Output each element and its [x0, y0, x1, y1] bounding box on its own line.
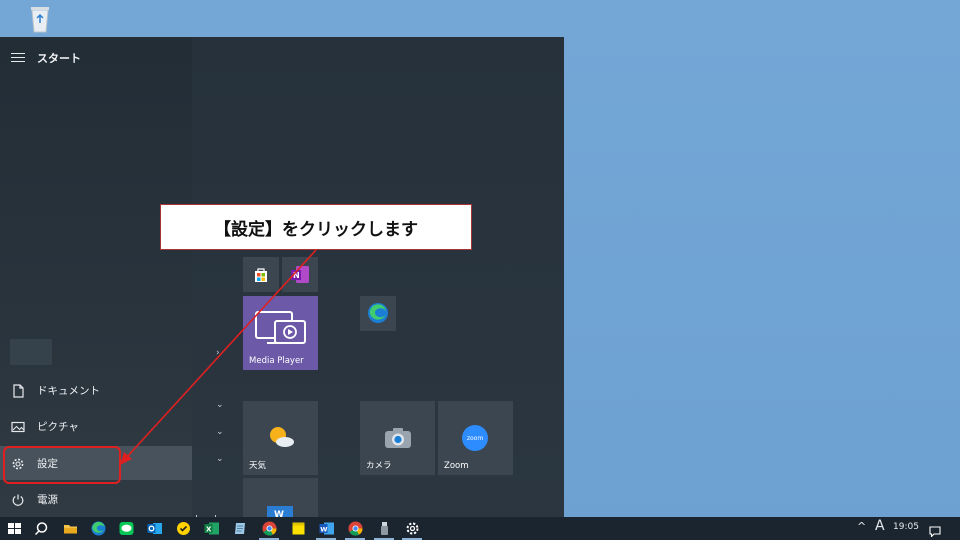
start-title: スタート: [37, 52, 81, 65]
rail-item-label: 電源: [37, 494, 58, 506]
hamburger-icon[interactable]: [11, 53, 25, 63]
rail-item-label: ドキュメント: [37, 385, 100, 397]
tile-label: 天気: [249, 461, 267, 471]
recycle-bin-icon[interactable]: [26, 4, 54, 34]
instruction-callout: 【設定】をクリックします: [160, 204, 472, 250]
document-icon: [11, 383, 25, 398]
zoom-icon: zoom: [462, 425, 488, 451]
camera-icon: [385, 428, 411, 448]
chrome-icon[interactable]: [261, 520, 278, 537]
tray-chevron-up-icon[interactable]: ^: [857, 520, 866, 533]
word-icon[interactable]: W: [318, 520, 335, 537]
start-left-rail: スタート ドキュメント ピクチャ 設定 電源: [0, 37, 192, 517]
rail-item-pictures[interactable]: ピクチャ: [0, 409, 192, 443]
excel-icon[interactable]: X: [203, 520, 220, 537]
onenote-icon: N: [291, 266, 309, 283]
notification-icon[interactable]: [929, 522, 941, 538]
word-icon: W: [267, 506, 293, 517]
tile-label: Media Player: [249, 356, 304, 366]
tile-weather[interactable]: 天気: [243, 401, 318, 475]
tile-media-player[interactable]: Media Player: [243, 296, 318, 370]
tile-onenote[interactable]: N: [282, 257, 318, 292]
tile-edge[interactable]: [360, 296, 396, 331]
chrome-icon[interactable]: [347, 520, 364, 537]
chevron-right-icon[interactable]: ›: [216, 348, 220, 358]
search-icon[interactable]: [33, 520, 50, 537]
taskbar: X W ^ A 19:05: [0, 517, 960, 540]
line-icon[interactable]: [118, 520, 135, 537]
tile-zoom[interactable]: zoom Zoom: [438, 401, 513, 475]
power-icon: [11, 492, 25, 506]
tile-camera[interactable]: カメラ: [360, 401, 435, 475]
ime-indicator[interactable]: A: [875, 518, 885, 534]
start-menu: スタート ドキュメント ピクチャ 設定 電源 › ⌄ ⌄ ⌄ N Media P…: [0, 37, 564, 525]
file-explorer-icon[interactable]: [62, 520, 79, 537]
rail-item-power[interactable]: 電源: [0, 482, 192, 516]
settings-icon[interactable]: [404, 520, 421, 537]
usb-icon[interactable]: [376, 520, 393, 537]
sticky-notes-icon[interactable]: [290, 520, 307, 537]
rail-item-label: ピクチャ: [37, 421, 79, 433]
notepad-icon[interactable]: [232, 520, 249, 537]
svg-text:W: W: [320, 526, 327, 534]
tile-ms-store[interactable]: [243, 257, 279, 292]
chevron-down-icon[interactable]: ⌄: [216, 454, 224, 464]
settings-highlight-box: [3, 446, 121, 484]
pictures-icon: [11, 419, 25, 433]
edge-icon: [368, 303, 388, 323]
svg-text:N: N: [293, 271, 300, 280]
start-icon[interactable]: [6, 520, 23, 537]
svg-text:W: W: [274, 510, 284, 517]
tile-word[interactable]: W: [243, 478, 318, 517]
weather-icon: [270, 427, 294, 447]
rail-item-documents[interactable]: ドキュメント: [0, 373, 192, 407]
edge-icon[interactable]: [90, 520, 107, 537]
outlook-icon[interactable]: [146, 520, 163, 537]
ms-store-icon: [255, 268, 267, 282]
svg-text:X: X: [206, 526, 212, 534]
tile-label: Zoom: [444, 461, 469, 471]
chevron-down-icon[interactable]: ⌄: [216, 400, 224, 410]
norton-icon[interactable]: [175, 520, 192, 537]
chevron-down-icon[interactable]: ⌄: [216, 427, 224, 437]
media-player-icon: [255, 311, 306, 344]
user-account[interactable]: [10, 339, 52, 365]
clock[interactable]: 19:05: [893, 522, 919, 532]
tile-label: カメラ: [366, 461, 392, 471]
